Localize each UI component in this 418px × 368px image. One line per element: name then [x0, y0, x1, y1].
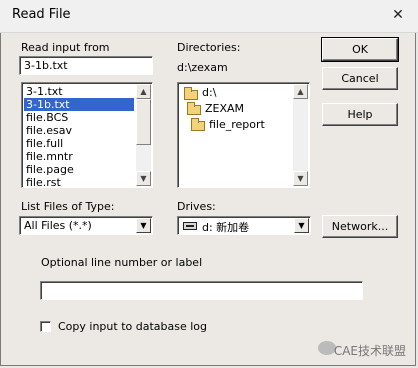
- filename-input-value: 3-1b.txt: [24, 59, 68, 72]
- file-list-item[interactable]: file.mntr: [24, 150, 73, 163]
- directories-label: Directories:: [177, 41, 241, 54]
- file-list-item[interactable]: file.full: [24, 137, 63, 150]
- current-directory-path: d:\zexam: [177, 61, 228, 74]
- copy-input-label: Copy input to database log: [58, 320, 207, 333]
- filename-input[interactable]: 3-1b.txt: [19, 56, 153, 75]
- file-list-scrollbar[interactable]: ▲ ▼: [136, 84, 151, 186]
- scroll-down-icon[interactable]: ▼: [293, 171, 308, 186]
- chevron-down-icon[interactable]: ▼: [136, 218, 151, 233]
- help-button[interactable]: Help: [322, 103, 398, 126]
- file-type-label: List Files of Type:: [21, 200, 115, 213]
- file-list-item[interactable]: 3-1.txt: [24, 85, 63, 98]
- drives-dropdown[interactable]: d: 新加卷 ▼: [177, 216, 311, 235]
- chevron-down-icon[interactable]: ▼: [294, 218, 309, 233]
- directory-item-file-report[interactable]: file_report: [209, 118, 265, 131]
- file-list[interactable]: 3-1.txt 3-1b.txt file.BCS file.esav file…: [21, 82, 153, 188]
- network-button[interactable]: Network...: [322, 215, 398, 238]
- file-list-item[interactable]: file.rst: [24, 176, 61, 187]
- file-list-item[interactable]: file.page: [24, 163, 74, 176]
- file-list-item-selected[interactable]: 3-1b.txt: [24, 98, 134, 111]
- file-list-item[interactable]: file.BCS: [24, 111, 68, 124]
- optional-label: Optional line number or label: [41, 256, 203, 269]
- open-folder-icon: [184, 87, 198, 100]
- directory-list[interactable]: d:\ ZEXAM file_report ▲ ▼: [177, 82, 310, 188]
- file-list-item[interactable]: file.esav: [24, 124, 72, 137]
- close-button[interactable]: ✕: [387, 5, 409, 25]
- scroll-thumb[interactable]: [136, 99, 151, 145]
- drives-label: Drives:: [177, 200, 216, 213]
- ok-button[interactable]: OK: [321, 37, 399, 62]
- cancel-button[interactable]: Cancel: [322, 67, 398, 90]
- read-input-label: Read input from: [21, 41, 110, 54]
- scroll-up-icon[interactable]: ▲: [136, 84, 151, 99]
- drive-icon: [183, 222, 197, 230]
- dialog-title: Read File: [12, 7, 71, 22]
- watermark-text: CAE技术联盟: [333, 344, 406, 358]
- directory-scrollbar[interactable]: ▲ ▼: [293, 84, 308, 186]
- optional-line-input[interactable]: [40, 281, 363, 300]
- scroll-up-icon[interactable]: ▲: [293, 84, 308, 99]
- directory-item-root[interactable]: d:\: [202, 86, 216, 99]
- scroll-down-icon[interactable]: ▼: [136, 171, 151, 186]
- open-folder-icon: [187, 102, 201, 115]
- copy-input-checkbox[interactable]: [40, 321, 51, 332]
- folder-icon: [191, 118, 205, 131]
- file-type-value: All Files (*.*): [24, 219, 92, 232]
- drives-value: d: 新加卷: [202, 221, 250, 234]
- file-type-dropdown[interactable]: All Files (*.*) ▼: [19, 216, 153, 235]
- directory-item-zexam[interactable]: ZEXAM: [205, 102, 244, 115]
